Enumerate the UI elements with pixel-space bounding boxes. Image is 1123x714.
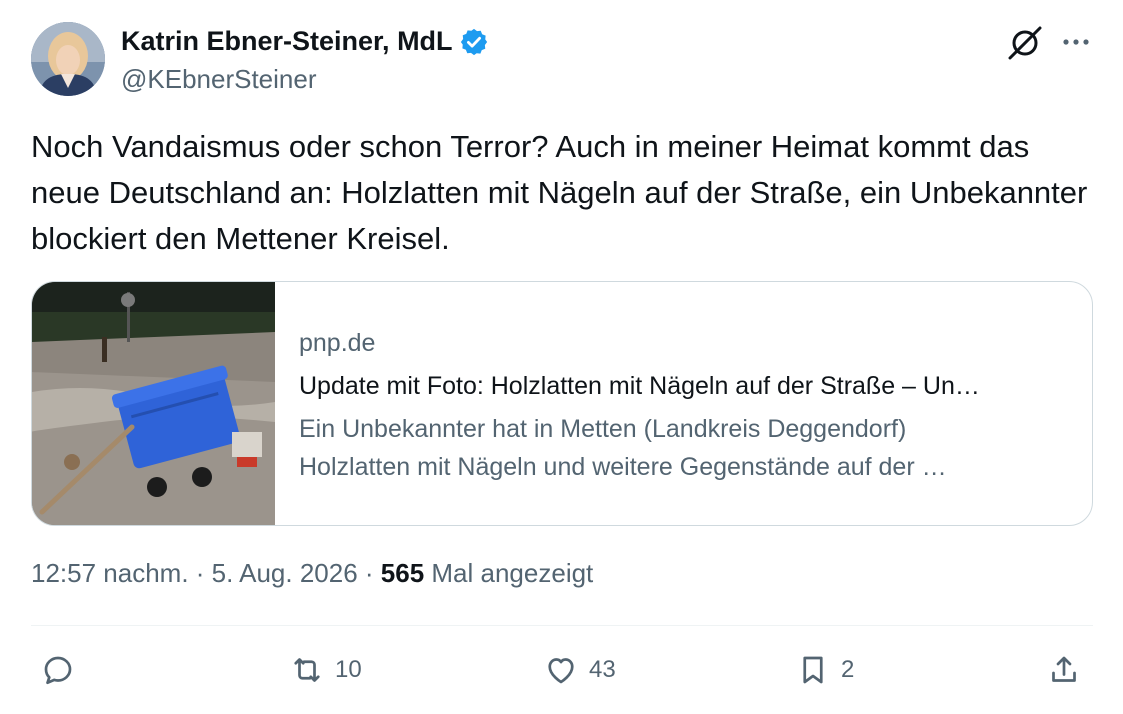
card-image[interactable]	[32, 282, 275, 525]
card-description-line: Holzlatten mit Nägeln und weitere Gegens…	[299, 453, 947, 481]
more-icon[interactable]	[1059, 27, 1093, 57]
like-count: 43	[589, 656, 616, 683]
tweet-text: Noch Vandaismus oder schon Terror? Auch …	[31, 129, 1088, 256]
retweet-count: 10	[335, 656, 362, 683]
action-bar: 10 43 2	[0, 648, 1123, 692]
card-body[interactable]: pnp.de Update mit Foto: Holzlatten mit N…	[275, 282, 1075, 525]
tweet-meta: 12:57 nachm. · 5. Aug. 2026 · 565 Mal an…	[31, 558, 593, 589]
card-title: Update mit Foto: Holzlatten mit Nägeln a…	[299, 372, 980, 400]
views-count: 565	[380, 558, 425, 588]
author-name-row[interactable]: Katrin Ebner-Steiner, MdL	[121, 26, 489, 57]
avatar-image	[31, 22, 105, 96]
link-card[interactable]: pnp.de Update mit Foto: Holzlatten mit N…	[31, 281, 1093, 526]
reply-button[interactable]	[40, 648, 86, 692]
verified-badge-icon	[460, 28, 487, 55]
reply-icon	[44, 656, 72, 685]
bookmark-button[interactable]: 2	[795, 648, 854, 692]
divider	[31, 625, 1093, 626]
heart-icon	[548, 658, 574, 684]
views-label: Mal angezeigt	[424, 558, 594, 588]
share-icon	[1052, 656, 1076, 682]
share-button[interactable]	[1046, 648, 1082, 692]
retweet-icon	[294, 658, 320, 682]
like-button[interactable]: 43	[543, 648, 616, 692]
bookmark-count: 2	[841, 656, 855, 683]
bookmark-icon	[803, 656, 823, 684]
card-description-line: Ein Unbekannter hat in Metten (Landkreis…	[299, 415, 907, 443]
avatar[interactable]	[31, 22, 105, 96]
timestamp[interactable]: 12:57 nachm. · 5. Aug. 2026 ·	[31, 558, 381, 588]
author-name[interactable]: Katrin Ebner-Steiner, MdL	[121, 26, 453, 57]
card-description: Ein Unbekannter hat in Metten (Landkreis…	[299, 410, 1075, 486]
author-handle[interactable]: @KEbnerSteiner	[121, 64, 317, 95]
card-domain: pnp.de	[299, 329, 376, 357]
grok-icon[interactable]	[1006, 24, 1044, 62]
retweet-button[interactable]: 10	[289, 648, 362, 692]
